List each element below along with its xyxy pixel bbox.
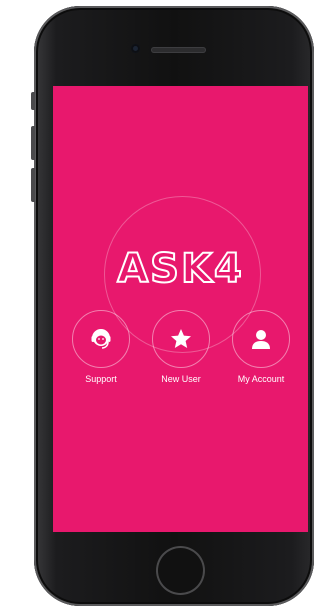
support-button[interactable] (72, 310, 130, 368)
new-user-action[interactable]: New User (141, 310, 221, 384)
volume-down-button (31, 168, 35, 202)
my-account-button[interactable] (232, 310, 290, 368)
my-account-action[interactable]: My Account (221, 310, 301, 384)
star-icon (171, 329, 191, 348)
support-action[interactable]: Support (61, 310, 141, 384)
home-button[interactable] (156, 546, 205, 595)
support-label: Support (85, 374, 117, 384)
new-user-label: New User (161, 374, 201, 384)
new-user-button[interactable] (152, 310, 210, 368)
app-screen: ASK4 Support New User My Account (53, 86, 308, 532)
earpiece-speaker (151, 47, 206, 53)
volume-up-button (31, 126, 35, 160)
mute-switch (31, 92, 35, 110)
app-logo: ASK4 (116, 245, 244, 293)
support-headset-icon (91, 329, 111, 349)
my-account-label: My Account (237, 374, 285, 384)
front-camera (131, 44, 140, 53)
user-icon (252, 330, 270, 349)
